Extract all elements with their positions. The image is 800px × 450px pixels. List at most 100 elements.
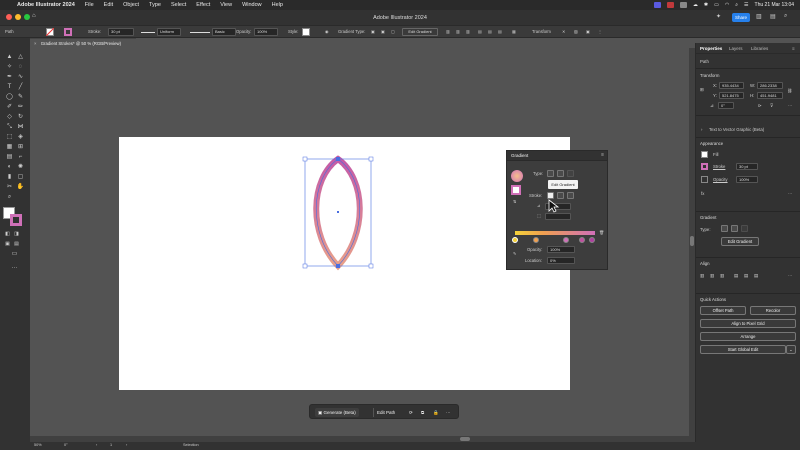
stroke-along-icon[interactable]	[557, 192, 564, 199]
align-middle-icon[interactable]: ▤	[744, 273, 748, 279]
direct-selection-tool-icon[interactable]: △	[16, 53, 25, 62]
bounding-box-handle[interactable]	[302, 156, 308, 162]
close-tab-icon[interactable]: ×	[34, 41, 37, 46]
reference-point-icon[interactable]: ⊞	[700, 87, 704, 93]
x-input[interactable]: 935.4434	[719, 82, 744, 89]
control-center-icon[interactable]: ☰	[744, 2, 748, 8]
menu-app-name[interactable]: Adobe Illustrator 2024	[17, 2, 75, 8]
align-bottom-icon[interactable]: ▤	[754, 273, 758, 279]
more-tools-icon[interactable]: ···	[10, 264, 19, 273]
cloud-icon[interactable]: ☁	[693, 2, 698, 8]
bounding-box-handle[interactable]	[368, 263, 374, 269]
arrange-documents-icon[interactable]: ▥	[756, 13, 762, 20]
gradient-panel-tab[interactable]: Gradient	[511, 153, 528, 158]
flip-icon[interactable]: ✕	[562, 29, 566, 34]
battery-icon[interactable]: ▭	[714, 2, 719, 8]
panel-menu-icon[interactable]: ⋮	[598, 29, 602, 34]
freeform-gradient-icon[interactable]	[741, 225, 748, 232]
paintbrush-tool-icon[interactable]: ✎	[16, 93, 25, 102]
rotate-input[interactable]: 0°	[718, 102, 734, 109]
edit-gradient-button[interactable]: Edit Gradient	[721, 237, 759, 246]
align-icon[interactable]: ▥	[446, 29, 450, 34]
artboard-tool-icon[interactable]: ▢	[16, 173, 25, 182]
linear-gradient-icon[interactable]	[547, 170, 554, 177]
bounding-box-handle[interactable]	[368, 156, 374, 162]
app-status-icon[interactable]	[679, 2, 687, 8]
panel-menu-icon[interactable]: ≡	[792, 46, 795, 51]
gradient-stop[interactable]	[533, 237, 539, 243]
align-right-icon[interactable]: ▥	[720, 273, 724, 279]
bluetooth-icon[interactable]: ✱	[704, 2, 708, 8]
gradient-panel-header[interactable]: Gradient ≡	[507, 151, 607, 161]
gradient-slider[interactable]	[515, 231, 595, 235]
stroke-swatch[interactable]	[64, 28, 72, 36]
generate-beta-button[interactable]: ▣ Generate (Beta)	[315, 408, 359, 417]
aspect-ratio-input[interactable]	[545, 213, 571, 220]
align-left-icon[interactable]: ▥	[700, 273, 704, 279]
fill-swatch[interactable]	[701, 151, 708, 158]
tab-properties[interactable]: Properties	[700, 46, 722, 51]
perspective-grid-tool-icon[interactable]: ▦	[5, 143, 14, 152]
color-mode-icon[interactable]: ▣	[3, 240, 12, 249]
eyedropper-icon[interactable]: ✎	[513, 251, 517, 256]
radial-gradient-icon[interactable]: ▣	[381, 29, 385, 34]
menu-select[interactable]: Select	[171, 2, 186, 8]
menu-help[interactable]: Help	[272, 2, 283, 8]
swap-colors-icon[interactable]: ◧	[3, 230, 12, 239]
menu-view[interactable]: View	[220, 2, 232, 8]
document-setup-icon[interactable]: ▣	[586, 29, 590, 34]
hand-tool-icon[interactable]: ✋	[16, 183, 25, 192]
default-colors-icon[interactable]: ◨	[12, 230, 21, 239]
slice-tool-icon[interactable]: ✂	[5, 183, 14, 192]
isolate-icon[interactable]: ▨	[574, 29, 578, 34]
stroke-label[interactable]: Stroke	[713, 164, 725, 169]
constrain-proportions-icon[interactable]: ⛓	[787, 88, 792, 94]
variable-width-profile-select[interactable]: Uniform	[157, 28, 181, 36]
opacity-input[interactable]: 100%	[254, 28, 278, 36]
workspace-icon[interactable]: ▤	[770, 13, 776, 20]
align-icon[interactable]: ▥	[456, 29, 460, 34]
search-help-icon[interactable]: ⌕	[784, 13, 787, 20]
more-options-icon[interactable]: ···	[788, 103, 792, 108]
lasso-tool-icon[interactable]: ◌	[16, 63, 25, 72]
stroke-color-box[interactable]	[10, 214, 22, 226]
more-options-icon[interactable]: ···	[788, 273, 792, 278]
align-center-icon[interactable]: ▥	[710, 273, 714, 279]
clock[interactable]: Thu 21 Mar 13:04	[755, 2, 794, 8]
chevron-right-icon[interactable]: ›	[701, 127, 702, 132]
opacity-input[interactable]: 100%	[736, 176, 758, 183]
opacity-label[interactable]: Opacity	[713, 177, 728, 182]
panel-menu-icon[interactable]: ≡	[601, 152, 604, 158]
recolor-icon[interactable]: ⟳	[406, 408, 416, 417]
width-tool-icon[interactable]: ⋈	[16, 123, 25, 132]
h-input[interactable]: 451.9481	[757, 92, 783, 99]
arrange-button[interactable]: Arrange	[700, 332, 796, 341]
wifi-icon[interactable]: ◠	[725, 2, 729, 8]
rotate-view-angle[interactable]: 0°	[64, 443, 68, 447]
linear-gradient-icon[interactable]	[721, 225, 728, 232]
curvature-tool-icon[interactable]: ∿	[16, 73, 25, 82]
record-icon[interactable]	[666, 2, 674, 8]
stroke-swatch[interactable]	[701, 163, 708, 170]
magic-wand-tool-icon[interactable]: ✧	[5, 63, 14, 72]
free-transform-tool-icon[interactable]: ⬚	[5, 133, 14, 142]
pen-tool-icon[interactable]: ✒	[5, 73, 14, 82]
delete-stop-icon[interactable]: 🗑	[599, 230, 604, 236]
leaf-shape-artwork[interactable]	[300, 154, 376, 272]
magic-icon[interactable]: ✦	[716, 13, 721, 20]
linear-gradient-icon[interactable]: ▣	[371, 29, 375, 34]
freeform-gradient-icon[interactable]: ▢	[391, 29, 395, 34]
menu-file[interactable]: File	[85, 2, 94, 8]
symbol-sprayer-tool-icon[interactable]: ✺	[16, 163, 25, 172]
gradient-stop[interactable]	[563, 237, 569, 243]
more-options-icon[interactable]: ···	[443, 408, 454, 417]
align-top-icon[interactable]: ▤	[734, 273, 738, 279]
y-input[interactable]: 521.8475	[719, 92, 744, 99]
zoom-level[interactable]: 50%	[34, 443, 42, 447]
anchor-point[interactable]	[336, 264, 340, 268]
gradient-stop[interactable]	[579, 237, 585, 243]
edit-gradient-button[interactable]: Edit Gradient	[402, 28, 438, 36]
search-icon[interactable]: ⌕	[735, 2, 738, 8]
more-options-icon[interactable]: ···	[788, 191, 792, 196]
gradient-stop[interactable]	[512, 237, 518, 243]
